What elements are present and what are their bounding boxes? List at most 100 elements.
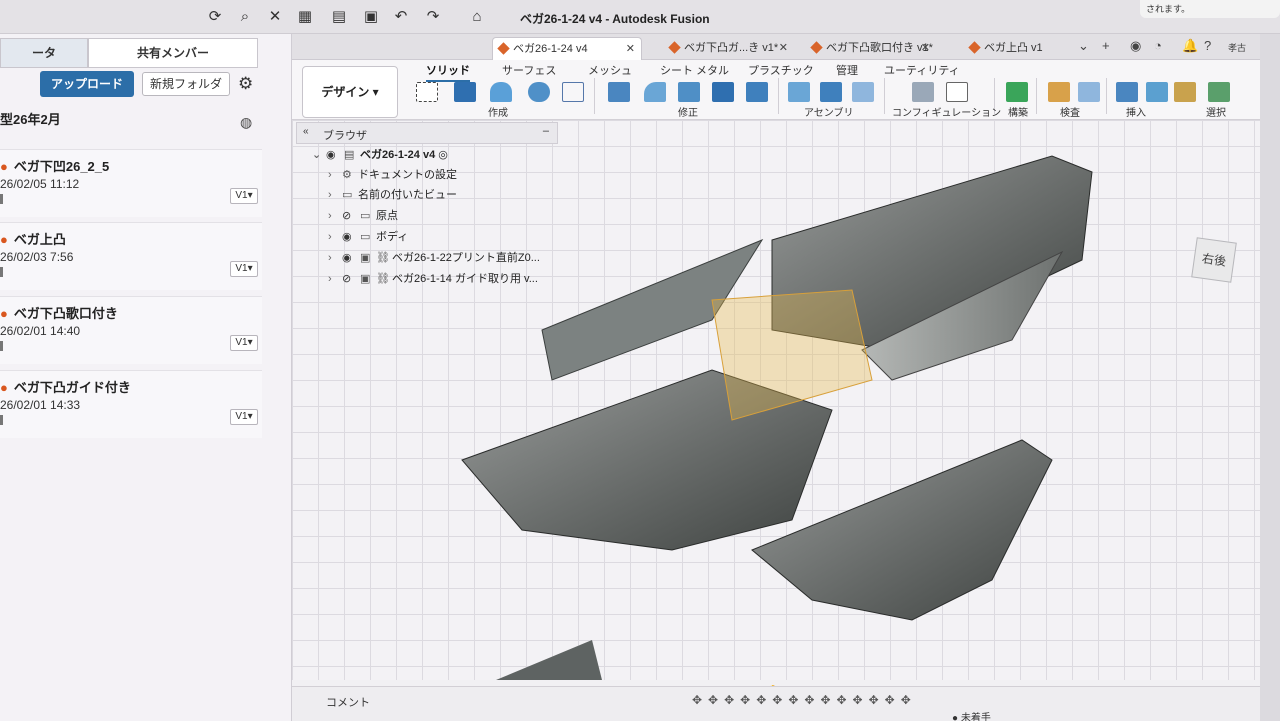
doc-tab[interactable]: ベガ下凸歌口付き v1* ✕ (806, 37, 936, 60)
timeline-features[interactable]: ✥✥✥✥✥✥✥✥✥✥✥✥✥✥ (692, 693, 917, 707)
browser-item-document-settings[interactable]: › ⚙ ドキュメントの設定 (328, 165, 457, 185)
shell-icon[interactable] (678, 82, 700, 102)
as-built-joint-icon[interactable] (852, 82, 874, 102)
group-create[interactable]: 作成 (488, 104, 508, 119)
pattern-icon[interactable] (562, 82, 584, 102)
tab-solid[interactable]: ソリッド (426, 62, 470, 82)
online-status-icon[interactable]: ◉ (1130, 38, 1141, 54)
close-tab-icon[interactable]: ✕ (921, 37, 930, 59)
hidden-eye-icon[interactable]: ⊘ (342, 269, 360, 289)
tab-mesh[interactable]: メッシュ (588, 62, 632, 78)
tab-data[interactable]: ータ (0, 38, 88, 68)
group-configuration[interactable]: コンフィギュレーション (892, 104, 1001, 119)
group-select[interactable]: 選択 (1206, 104, 1226, 119)
collapse-panel-icon[interactable]: « (303, 126, 309, 137)
construct-plane-icon[interactable] (1006, 82, 1028, 102)
doc-tab[interactable]: ベガ下凸ガ...き v1* ✕ (664, 37, 794, 60)
home-icon[interactable]: ⌂ (468, 8, 486, 26)
gear-icon[interactable]: ⚙ (238, 74, 253, 94)
fillet-icon[interactable] (644, 82, 666, 102)
browser-item-origin[interactable]: › ⊘ ▭ 原点 (328, 206, 398, 226)
construction-planes[interactable] (711, 289, 873, 421)
view-cube[interactable]: 右後 (1191, 237, 1237, 283)
search-icon[interactable]: ⌕ (236, 8, 254, 26)
sketch-profile[interactable] (442, 640, 602, 680)
workspace-switcher[interactable]: デザイン ▾ (302, 66, 398, 118)
chevron-right-icon[interactable]: › (328, 269, 342, 289)
visibility-eye-icon[interactable]: ◉ (326, 145, 344, 165)
select-icon[interactable] (1208, 82, 1230, 102)
close-tab-icon[interactable]: ✕ (626, 38, 635, 60)
joint-icon[interactable] (820, 82, 842, 102)
version-dropdown[interactable]: V1▾ (230, 188, 258, 204)
upload-button[interactable]: アップロード (40, 71, 134, 97)
close-icon[interactable]: ✕ (266, 8, 284, 26)
create-sketch-icon[interactable] (416, 82, 438, 102)
file-menu-icon[interactable]: ▤ (330, 8, 348, 26)
browser-item-linked-component[interactable]: › ⊘ ▣ ⛓ ベガ26-1-14 ガイド取り用 v... (328, 269, 538, 289)
version-dropdown[interactable]: V1▾ (230, 409, 258, 425)
group-inspect[interactable]: 検査 (1060, 104, 1080, 119)
press-pull-icon[interactable] (608, 82, 630, 102)
comment-label[interactable]: コメント (326, 694, 370, 710)
tab-manage[interactable]: 管理 (836, 62, 858, 78)
insert-image-icon[interactable] (1146, 82, 1168, 102)
file-item[interactable]: ● ベガ下凸歌口付き 26/02/01 14:40 V1▾ (0, 296, 262, 364)
browser-item-named-views[interactable]: › ▭ 名前の付いたビュー (328, 185, 457, 205)
close-tab-icon[interactable]: ✕ (779, 37, 788, 59)
browser-root[interactable]: ⌄ ◉ ▤ ベガ26-1-24 v4 ◎ (312, 145, 448, 165)
active-radio-icon[interactable]: ◎ (438, 149, 448, 161)
interference-icon[interactable] (1078, 82, 1100, 102)
chevron-right-icon[interactable]: › (328, 185, 342, 205)
extrude-icon[interactable] (454, 82, 476, 102)
browser-item-linked-component[interactable]: › ◉ ▣ ⛓ ベガ26-1-22プリント直前Z0... (328, 248, 540, 268)
measure-icon[interactable] (1048, 82, 1070, 102)
doc-tab[interactable]: ベガ上凸 v1 (964, 37, 1074, 60)
group-insert[interactable]: 挿入 (1126, 104, 1146, 119)
version-dropdown[interactable]: V1▾ (230, 261, 258, 277)
revolve-icon[interactable] (490, 82, 512, 102)
help-icon[interactable]: ? (1204, 38, 1211, 53)
grid-menu-icon[interactable]: ▦ (296, 8, 314, 26)
insert-derive-icon[interactable] (1116, 82, 1138, 102)
save-icon[interactable]: ▣ (362, 8, 380, 26)
chevron-right-icon[interactable]: › (328, 227, 342, 247)
file-item[interactable]: ● ベガ下凸ガイド付き 26/02/01 14:33 V1▾ (0, 370, 262, 438)
chevron-right-icon[interactable]: › (328, 248, 342, 268)
tab-list-icon[interactable]: ⌄ (1078, 38, 1089, 54)
visibility-eye-icon[interactable]: ◉ (342, 248, 360, 268)
tab-utilities[interactable]: ユーティリティ (884, 62, 960, 78)
file-item[interactable]: ● ベガ下凹26_2_5 26/02/05 11:12 V1▾ (0, 149, 262, 217)
chevron-right-icon[interactable]: › (328, 165, 342, 185)
insert-mcmaster-icon[interactable] (1174, 82, 1196, 102)
user-avatar[interactable]: 孝古 (1228, 41, 1246, 54)
group-construct[interactable]: 構築 (1008, 104, 1028, 119)
undo-icon[interactable]: ↶ (392, 8, 410, 26)
configuration-table-icon[interactable] (946, 82, 968, 102)
file-item[interactable]: ● ベガ上凸 26/02/03 7:56 V1▾ (0, 222, 262, 290)
refresh-icon[interactable]: ⟳ (206, 8, 224, 26)
new-component-icon[interactable] (788, 82, 810, 102)
minimize-icon[interactable]: – (543, 125, 549, 137)
new-tab-icon[interactable]: + (1102, 38, 1110, 53)
job-status-icon[interactable]: ◔ (1154, 38, 1162, 53)
tab-plastic[interactable]: プラスチック (748, 62, 814, 78)
visibility-eye-icon[interactable]: ◉ (342, 227, 360, 247)
configure-icon[interactable] (912, 82, 934, 102)
browser-item-bodies[interactable]: › ◉ ▭ ボディ (328, 227, 408, 247)
chevron-down-icon[interactable]: ⌄ (312, 145, 326, 165)
notifications-icon[interactable]: 🔔 (1182, 38, 1198, 54)
redo-icon[interactable]: ↷ (424, 8, 442, 26)
chevron-right-icon[interactable]: › (328, 206, 342, 226)
hidden-eye-icon[interactable]: ⊘ (342, 206, 360, 226)
globe-icon[interactable]: ◍ (240, 114, 252, 131)
version-dropdown[interactable]: V1▾ (230, 335, 258, 351)
group-modify[interactable]: 修正 (678, 104, 698, 119)
align-icon[interactable] (746, 82, 768, 102)
tab-shared-members[interactable]: 共有メンバー (88, 38, 258, 68)
sphere-icon[interactable] (528, 82, 550, 102)
group-assemble[interactable]: アセンブリ (804, 104, 854, 119)
tab-surface[interactable]: サーフェス (502, 62, 556, 78)
combine-icon[interactable] (712, 82, 734, 102)
doc-tab-active[interactable]: ベガ26-1-24 v4 ✕ (492, 37, 642, 60)
